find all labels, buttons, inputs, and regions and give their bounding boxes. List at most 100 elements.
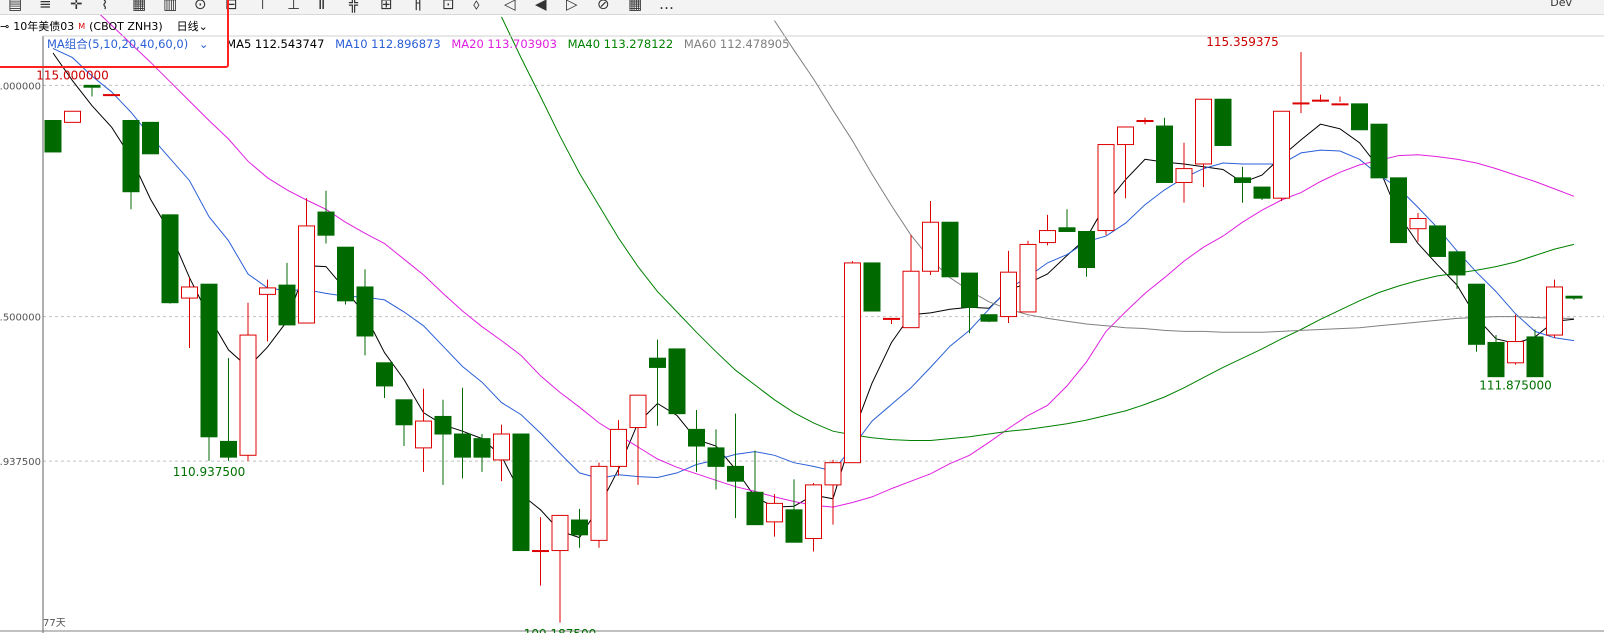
candle-body — [1253, 186, 1271, 199]
candle-body — [1078, 230, 1095, 269]
window2-icon[interactable]: ▥ — [163, 0, 177, 12]
table-icon[interactable]: ▤ — [8, 0, 22, 12]
candle-body — [122, 120, 140, 193]
instrument-marker: M — [78, 21, 86, 31]
candle-body — [649, 357, 666, 368]
candle-body — [1468, 283, 1485, 345]
candle — [1331, 96, 1349, 106]
candle-body — [1370, 123, 1388, 179]
candle-body — [766, 502, 783, 523]
candle — [395, 399, 413, 447]
candle-body — [1351, 103, 1368, 131]
candle — [1526, 329, 1544, 378]
candle-body — [1390, 177, 1407, 244]
candle — [1448, 251, 1466, 289]
y-tick-label: 2.500000 — [0, 313, 41, 324]
candle — [1078, 230, 1095, 277]
candle-body — [824, 462, 842, 486]
magnify-icon[interactable]: ⊞ — [380, 0, 393, 12]
window-icon[interactable]: ▦ — [132, 0, 146, 12]
candle-body — [961, 272, 978, 308]
candle-body — [1019, 243, 1037, 313]
candle-body — [532, 550, 549, 553]
candle — [707, 429, 725, 490]
brush-icon[interactable]: Ⅱ — [318, 0, 325, 12]
candle-body — [181, 286, 198, 299]
candle-body — [1487, 341, 1505, 378]
grid-icon[interactable]: ▦ — [628, 0, 642, 12]
y-tick-label: 0.937500 — [0, 457, 41, 468]
candle-body — [64, 110, 81, 123]
candle — [1292, 52, 1310, 114]
toolbar-right-label[interactable]: Dev — [1550, 0, 1572, 9]
cursor-icon[interactable]: ╬ — [349, 0, 358, 12]
candle-body — [1039, 230, 1056, 244]
extreme-label: 109.187500 — [524, 627, 597, 633]
candle — [571, 508, 588, 548]
period-select[interactable]: 日线⌄ — [177, 18, 208, 34]
candle-body — [83, 84, 101, 88]
candle-body — [688, 428, 705, 447]
candle-body — [434, 415, 452, 435]
ma-group-selector[interactable]: MA组合(5,10,20,40,60,0) ⌄ — [47, 37, 216, 51]
instrument-name[interactable]: 10年美债03 — [13, 18, 74, 34]
candle-body — [805, 484, 822, 540]
candle-body — [1195, 98, 1212, 165]
candle — [1507, 314, 1524, 365]
candle — [473, 434, 491, 472]
cross-icon[interactable]: ✛ — [70, 0, 83, 12]
candle — [1390, 177, 1407, 244]
candle-body — [551, 514, 569, 552]
candle-body — [941, 221, 959, 278]
candle — [1058, 209, 1076, 232]
candle — [766, 494, 783, 537]
series-ma10-line — [52, 47, 1575, 479]
more-icon[interactable]: … — [659, 0, 674, 12]
select-icon[interactable]: ⊡ — [442, 0, 455, 12]
candle-body — [1117, 126, 1134, 146]
link-icon[interactable]: ⊸ — [0, 20, 9, 33]
ma60-label: MA60 112.478905 — [683, 37, 790, 51]
candle — [902, 235, 920, 329]
candle-body — [610, 428, 627, 467]
toolbar: ▤ ≡ ✛ ⌇ ▦ ▥ ⊙ ⊟ ⊤ ⊥ Ⅱ ╬ ⊞ ㅐ ⊡ ⬨ ◁ ◀ ▷ ⊘ ▦ … Dev — [0, 0, 1604, 15]
instrument-code: (CBOT ZNH3) — [89, 19, 163, 33]
ma20-label: MA20 113.703903 — [451, 37, 557, 51]
candle-body — [902, 270, 920, 329]
candle — [161, 214, 179, 304]
zoom-out-icon[interactable]: ▷ — [566, 0, 578, 12]
stop-icon[interactable]: ⊘ — [597, 0, 610, 12]
candle — [434, 399, 452, 485]
list-icon[interactable]: ≡ — [39, 0, 52, 12]
up-icon[interactable]: ⊤ — [256, 0, 269, 12]
right-icon[interactable]: ◀ — [535, 0, 547, 12]
candle — [649, 339, 666, 426]
align-icon[interactable]: ⊟ — [225, 0, 238, 12]
candle — [512, 433, 530, 552]
candle — [785, 479, 803, 543]
down-icon[interactable]: ⊥ — [287, 0, 300, 12]
candle-body — [1565, 295, 1583, 299]
bar-chart-icon[interactable]: ㅐ — [411, 0, 425, 12]
candle-body — [1429, 225, 1446, 257]
refresh-icon[interactable]: ⊙ — [194, 0, 207, 12]
candle-body — [376, 362, 393, 387]
instrument-header: ⊸ 10年美债03 M (CBOT ZNH3) 日线⌄ — [0, 16, 208, 36]
candle — [688, 409, 705, 472]
candle — [1097, 144, 1115, 236]
candle-body — [1156, 125, 1173, 183]
price-chart[interactable]: 115.000000 2.500000 0.937500 77天 115.359375… — [0, 0, 1604, 633]
candle-body — [629, 394, 647, 429]
candle — [1214, 98, 1232, 146]
draw-icon[interactable]: ⌇ — [101, 0, 108, 12]
candle — [1253, 186, 1271, 201]
candle-body — [668, 348, 686, 415]
candle — [1351, 103, 1368, 131]
arrow-icon[interactable]: ⬨ — [473, 0, 480, 12]
left-icon[interactable]: ◁ — [504, 0, 516, 12]
candle — [532, 517, 549, 586]
extreme-label: 110.937500 — [173, 465, 246, 479]
candle — [278, 262, 296, 326]
candle — [1487, 335, 1505, 378]
y-tick-label: 115.000000 — [0, 81, 41, 92]
